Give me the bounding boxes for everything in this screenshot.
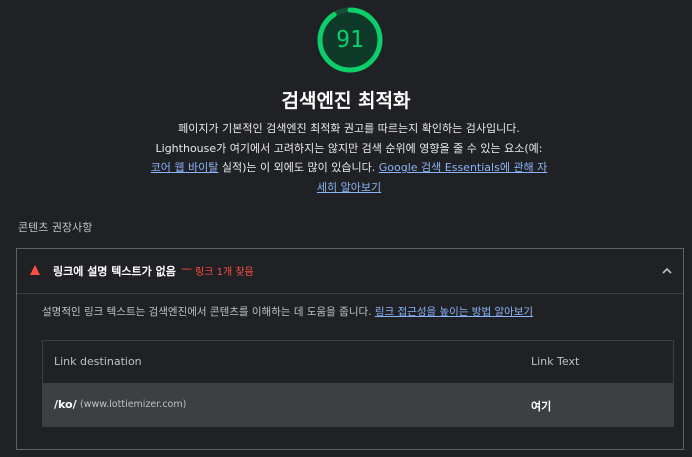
category-description: 페이지가 기본적인 검색엔진 최적화 권고를 따르는지 확인하는 검사입니다. … — [150, 119, 548, 197]
category-description-mid: 실적)는 이 외에도 많이 있습니다. — [218, 161, 376, 174]
audit-separator: — — [181, 262, 192, 275]
link-path[interactable]: /ko/ — [54, 398, 77, 411]
audit-description: 설명적인 링크 텍스트는 검색엔진에서 콘텐츠를 이해하는 데 도움을 줍니다.… — [42, 304, 533, 319]
details-table: Link destination Link Text /ko/ (www.lot… — [42, 340, 674, 427]
category-title: 검색엔진 최적화 — [281, 90, 411, 112]
category-description-text: 페이지가 기본적인 검색엔진 최적화 권고를 따르는지 확인하는 검사입니다. … — [155, 122, 543, 155]
audit-description-text: 설명적인 링크 텍스트는 검색엔진에서 콘텐츠를 이해하는 데 도움을 줍니다. — [42, 306, 372, 318]
group-title: 콘텐츠 권장사항 — [18, 221, 93, 234]
audit-header[interactable]: 링크에 설명 텍스트가 없음 — 링크 1개 찾음 — [17, 249, 683, 294]
score-gauge: 91 — [316, 6, 384, 74]
header-link-text: Link Text — [531, 355, 580, 368]
learn-more-link[interactable]: 링크 접근성을 높이는 방법 알아보기 — [375, 306, 533, 318]
fail-triangle-icon — [30, 265, 40, 275]
core-web-vitals-link[interactable]: 코어 웹 바이탈 — [151, 161, 219, 174]
audit-display-value: 링크 1개 찾음 — [195, 267, 254, 278]
table-header-row: Link destination Link Text — [43, 341, 673, 382]
table-row: /ko/ (www.lottiemizer.com) 여기 — [43, 383, 673, 426]
audit-title: 링크에 설명 텍스트가 없음 — [53, 265, 176, 278]
header-link-destination: Link destination — [54, 355, 142, 368]
link-text-value: 여기 — [531, 400, 552, 413]
link-host: (www.lottiemizer.com) — [80, 399, 187, 410]
score-value: 91 — [336, 27, 364, 53]
chevron-up-icon[interactable] — [660, 264, 674, 278]
audit-link-text: 링크에 설명 텍스트가 없음 — 링크 1개 찾음 설명적인 링크 텍스트는 검… — [16, 248, 684, 450]
